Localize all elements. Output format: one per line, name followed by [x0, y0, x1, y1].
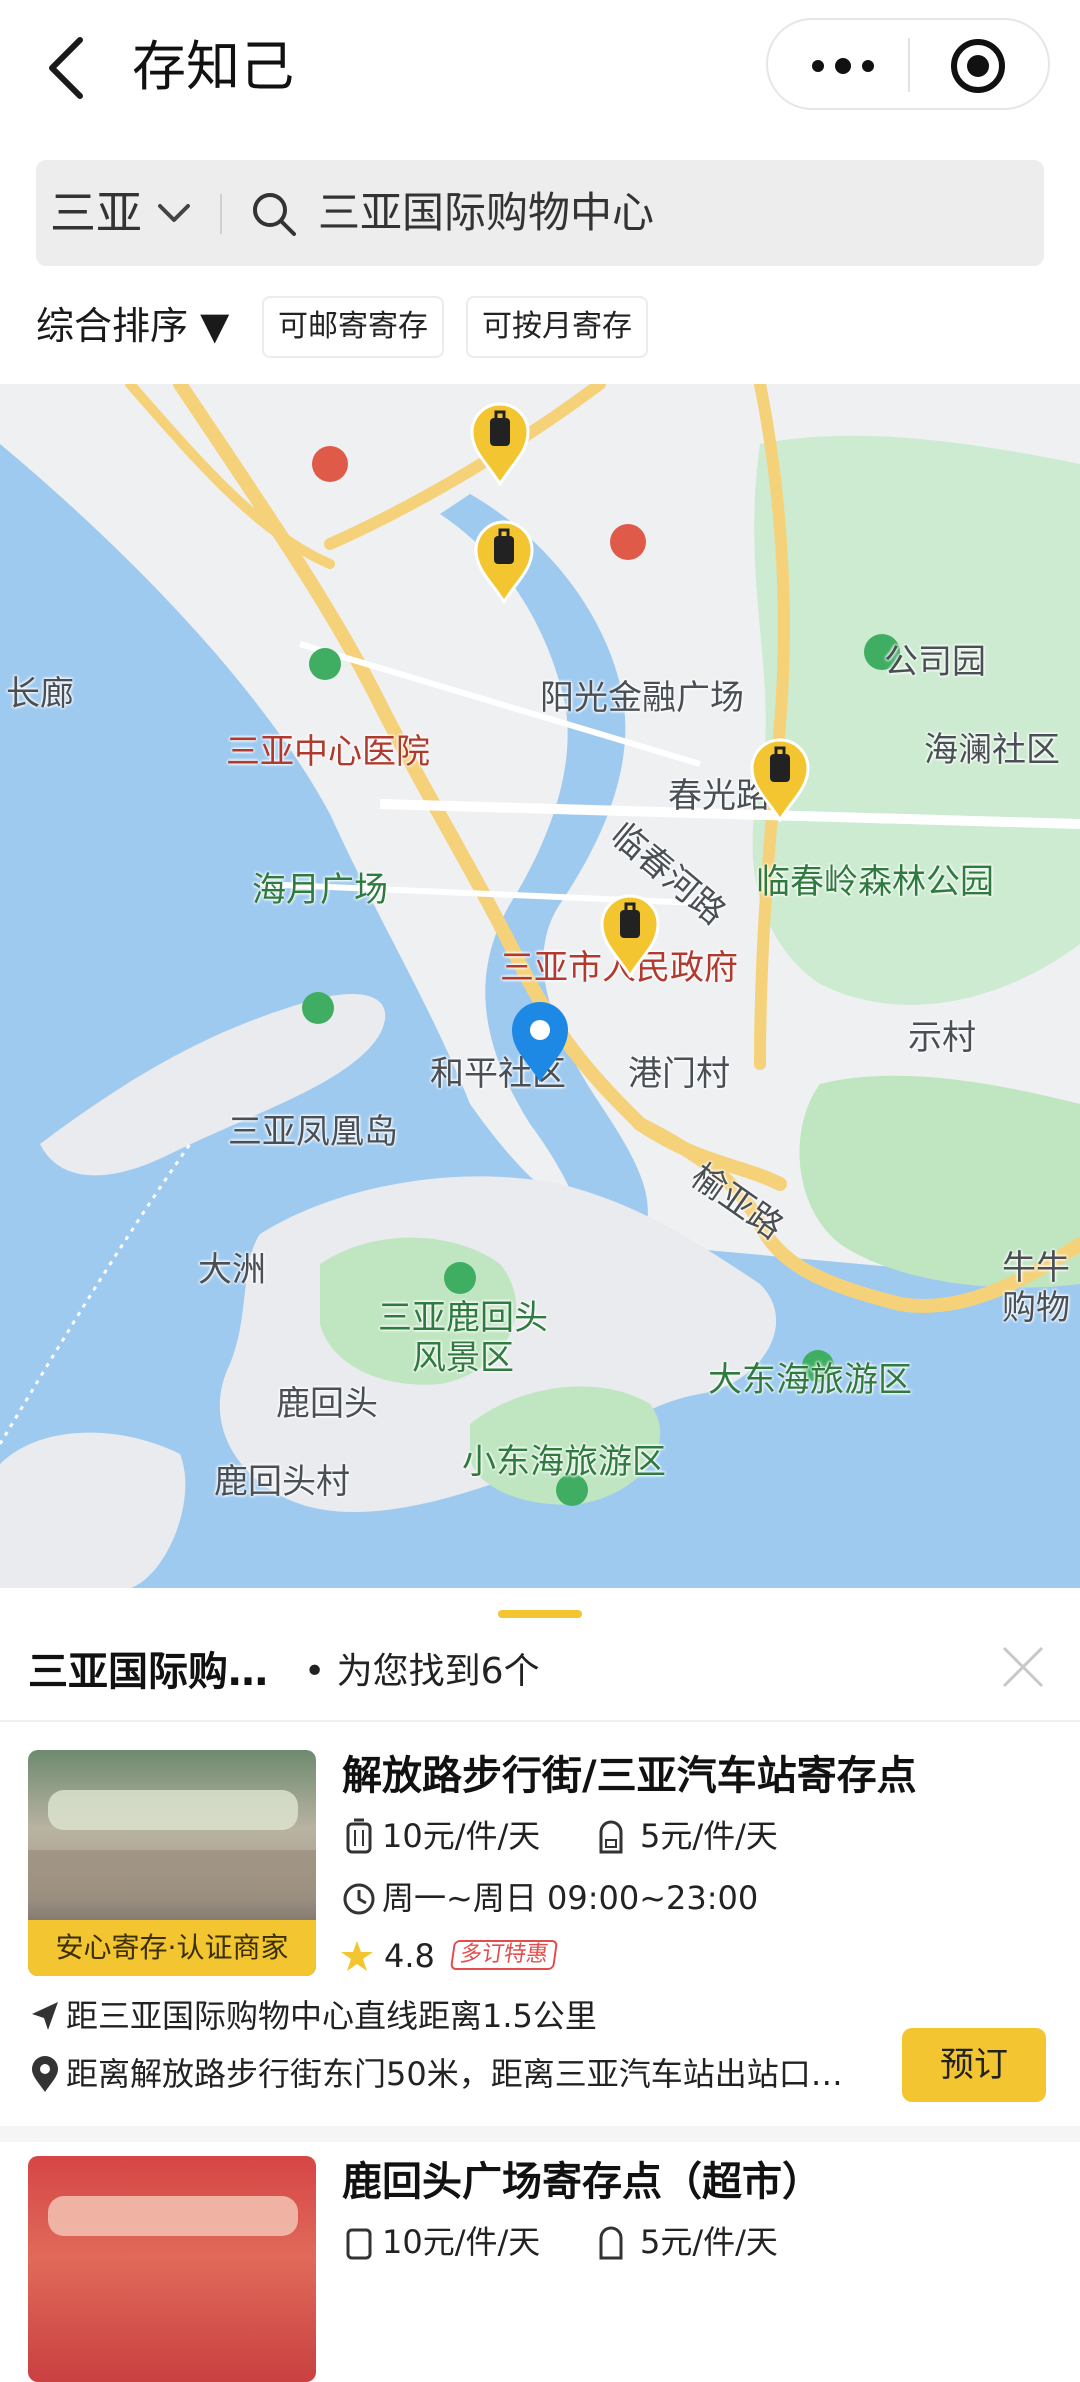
store-thumbnail[interactable]: [28, 2156, 316, 2382]
store-thumbnail[interactable]: 安心寄存·认证商家: [28, 1750, 316, 1976]
map-label: 长廊: [6, 674, 74, 714]
star-icon: [341, 1941, 373, 1971]
map-label: 海月广场: [252, 870, 388, 910]
luggage-pin-icon[interactable]: [470, 402, 530, 486]
map-label: 小东海旅游区: [462, 1442, 666, 1482]
filter-chip-monthly-storage[interactable]: 可按月寄存: [466, 296, 648, 358]
price-small: 5元/件/天: [640, 1817, 778, 1855]
thumbnail-sign: [48, 2196, 298, 2236]
more-dots-icon[interactable]: [808, 46, 878, 86]
certified-badge: 安心寄存·认证商家: [28, 1920, 316, 1976]
store-name[interactable]: 鹿回头广场寄存点（超市）: [342, 2154, 822, 2210]
filter-chip-mail-storage[interactable]: 可邮寄寄存: [262, 296, 444, 358]
back-arrow-icon[interactable]: [40, 28, 100, 108]
search-divider: [220, 194, 222, 234]
location-pin-icon: [512, 1002, 568, 1082]
sheet-divider: [0, 1720, 1080, 1722]
backpack-icon: [599, 2226, 623, 2260]
map-label: 大洲: [198, 1250, 266, 1290]
luggage-pin-icon[interactable]: [474, 520, 534, 604]
address-text: 距离解放路步行街东门50米，距离三亚汽车站出站口…: [66, 2055, 843, 2093]
close-target-icon[interactable]: [948, 36, 1008, 96]
clock-icon: [343, 1883, 375, 1915]
distance-text: 距三亚国际购物中心直线距离1.5公里: [66, 1997, 597, 2035]
capsule-divider: [908, 38, 910, 92]
suitcase-icon: [346, 2228, 372, 2260]
price-large: 10元/件/天: [382, 1817, 541, 1855]
chevron-down-icon[interactable]: [156, 198, 192, 228]
map-label: 三亚中心医院: [226, 732, 430, 772]
store-name[interactable]: 解放路步行街/三亚汽车站寄存点: [342, 1748, 917, 1804]
suitcase-icon: [346, 1818, 372, 1854]
map-label: 示村: [908, 1018, 976, 1058]
thumbnail-sign: [48, 1790, 298, 1830]
result-sheet: 三亚国际购… • 为您找到6个 安心寄存·认证商家 解放路步行街/三亚汽车站寄存…: [0, 1588, 1080, 2382]
result-count: • 为您找到6个: [304, 1651, 540, 1692]
search-input[interactable]: 三亚国际购物中心: [318, 160, 654, 266]
map-label: 鹿回头: [276, 1384, 378, 1424]
price-large: 10元/件/天: [382, 2223, 541, 2261]
sheet-title: 三亚国际购…: [28, 1649, 268, 1695]
drag-handle[interactable]: [498, 1610, 582, 1618]
luggage-pin-icon[interactable]: [750, 738, 810, 822]
book-button[interactable]: 预订: [902, 2028, 1046, 2102]
rating-value: 4.8: [384, 1937, 435, 1975]
nav-bar: 存知己: [0, 0, 1080, 140]
city-selector[interactable]: 三亚: [50, 160, 142, 266]
map-label: 大东海旅游区: [708, 1360, 912, 1400]
price-small: 5元/件/天: [640, 2223, 778, 2261]
location-icon: [32, 2056, 58, 2092]
search-bar: 三亚 三亚国际购物中心: [36, 160, 1044, 266]
map-label: 三亚凤凰岛: [228, 1112, 398, 1152]
map-label: 海澜社区: [924, 730, 1060, 770]
map-label: 牛牛购物: [1002, 1248, 1070, 1328]
close-icon[interactable]: [998, 1642, 1048, 1692]
map-label: 公司园: [884, 642, 986, 682]
promo-tag: 多订特惠: [449, 1940, 559, 1970]
navigation-arrow-icon: [32, 2002, 58, 2030]
mini-program-capsule: [766, 18, 1050, 110]
map-label: 临春岭森林公园: [756, 862, 994, 902]
sort-dropdown[interactable]: 综合排序 ▼: [36, 296, 229, 356]
map-label: 港门村: [628, 1054, 730, 1094]
map-label: 阳光金融广场: [540, 678, 744, 718]
thumbnail-shelf: [28, 1850, 316, 1900]
map-view[interactable]: 长廊 三亚中心医院 阳光金融广场 公司园 海澜社区 春光路 海月广场 临春河路 …: [0, 384, 1080, 1590]
opening-hours: 周一~周日 09:00~23:00: [382, 1879, 759, 1917]
map-label: 鹿回头村: [214, 1462, 350, 1502]
page-title: 存知己: [132, 35, 294, 98]
card-separator: [0, 2126, 1080, 2142]
search-icon: [253, 193, 296, 236]
luggage-pin-icon[interactable]: [600, 894, 660, 978]
map-label: 三亚鹿回头风景区: [378, 1298, 548, 1378]
backpack-icon: [599, 1820, 623, 1854]
